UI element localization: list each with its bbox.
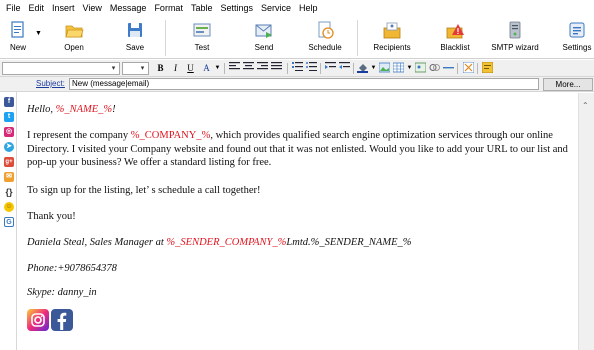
menu-help[interactable]: Help xyxy=(295,0,322,16)
toolbar-separator xyxy=(165,20,166,56)
menu-format[interactable]: Format xyxy=(150,0,187,16)
format-separator xyxy=(457,63,458,74)
vertical-scrollbar[interactable]: ⌃ xyxy=(578,93,594,350)
open-button[interactable]: Open xyxy=(60,18,88,58)
bold-button[interactable]: B xyxy=(154,62,167,75)
open-folder-icon xyxy=(64,20,84,40)
indent-icon[interactable] xyxy=(338,62,351,75)
test-message-icon xyxy=(192,20,212,40)
align-center-icon[interactable] xyxy=(242,62,255,75)
send-envelope-icon xyxy=(254,20,274,40)
telegram-icon[interactable]: ➤ xyxy=(4,142,14,152)
subject-label[interactable]: Subject: xyxy=(36,79,65,88)
phone-line: Phone:+9078654378 xyxy=(27,263,117,274)
format-separator xyxy=(320,63,321,74)
font-size-select[interactable]: ▾ xyxy=(122,62,149,75)
sender-company-macro: %_SENDER_COMPANY_% xyxy=(166,237,287,248)
insert-macro-icon[interactable] xyxy=(481,61,494,75)
google-icon[interactable]: G xyxy=(4,217,14,227)
instagram-icon[interactable] xyxy=(27,309,49,331)
twitter-icon[interactable]: t xyxy=(4,112,14,122)
subject-row: Subject: New (message|email) More... xyxy=(0,77,594,92)
instagram-icon[interactable]: ◎ xyxy=(4,127,14,137)
more-button[interactable]: More... xyxy=(543,78,593,91)
menu-bar: File Edit Insert View Message Format Tab… xyxy=(0,0,594,16)
recipients-button[interactable]: Recipients xyxy=(372,18,412,58)
clear-format-icon[interactable] xyxy=(462,61,475,75)
blacklist-warning-icon xyxy=(445,20,465,40)
company-macro: %_COMPANY_% xyxy=(130,130,211,141)
insert-image-icon[interactable] xyxy=(378,62,391,75)
menu-settings[interactable]: Settings xyxy=(216,0,257,16)
recipients-icon xyxy=(382,20,402,40)
save-button[interactable]: Save xyxy=(121,18,149,58)
menu-edit[interactable]: Edit xyxy=(25,0,49,16)
chevron-down-icon: ▾ xyxy=(111,65,116,72)
signature-line: Daniela Steal, Sales Manager at %_SENDER… xyxy=(27,237,412,248)
call-to-action: To sign up for the listing, let’ s sched… xyxy=(27,185,261,196)
smtp-server-icon xyxy=(505,20,525,40)
chevron-down-icon: ▾ xyxy=(140,65,145,72)
new-dropdown-arrow-icon[interactable]: ▼ xyxy=(35,30,42,37)
insert-sidebar: f t ◎ ➤ g+ ✉ {} ☺ G xyxy=(0,92,17,350)
align-left-icon[interactable] xyxy=(228,62,241,75)
numbered-list-icon[interactable] xyxy=(291,62,304,75)
format-separator xyxy=(224,63,225,74)
smiley-icon[interactable]: ☺ xyxy=(4,202,14,212)
format-separator xyxy=(353,63,354,74)
message-editor[interactable]: Hello, %_NAME_%! I represent the company… xyxy=(18,93,578,350)
format-toolbar: ▾ ▾ B I U A ▼ ▼ ▼ xyxy=(0,60,594,77)
save-disk-icon xyxy=(125,20,145,40)
menu-table[interactable]: Table xyxy=(187,0,217,16)
font-family-select[interactable]: ▾ xyxy=(2,62,120,75)
align-right-icon[interactable] xyxy=(256,62,269,75)
send-button[interactable]: Send xyxy=(250,18,278,58)
insert-link-icon[interactable] xyxy=(428,62,441,75)
name-macro: %_NAME_% xyxy=(55,104,113,115)
thanks-line: Thank you! xyxy=(27,211,76,222)
facebook-icon[interactable]: f xyxy=(4,97,14,107)
insert-picture-icon[interactable] xyxy=(414,62,427,75)
braces-icon[interactable]: {} xyxy=(4,187,14,197)
facebook-icon[interactable] xyxy=(51,309,73,331)
chevron-down-icon[interactable]: ▼ xyxy=(211,62,224,75)
settings-button[interactable]: Settings xyxy=(560,18,594,58)
blacklist-button[interactable]: Blacklist xyxy=(437,18,473,58)
toolbar-separator xyxy=(357,20,358,56)
menu-insert[interactable]: Insert xyxy=(48,0,79,16)
skype-line: Skype: danny_in xyxy=(27,287,97,298)
settings-icon xyxy=(567,20,587,40)
menu-file[interactable]: File xyxy=(2,0,25,16)
new-document-icon xyxy=(8,20,28,40)
underline-button[interactable]: U xyxy=(184,62,197,75)
bullet-list-icon[interactable] xyxy=(305,62,318,75)
menu-service[interactable]: Service xyxy=(257,0,295,16)
schedule-button[interactable]: Schedule xyxy=(307,18,343,58)
menu-message[interactable]: Message xyxy=(106,0,151,16)
outdent-icon[interactable] xyxy=(324,62,337,75)
horizontal-line-icon[interactable] xyxy=(442,62,455,75)
new-button[interactable]: New xyxy=(4,18,32,58)
format-separator xyxy=(287,63,288,74)
mail-icon[interactable]: ✉ xyxy=(4,172,14,182)
menu-view[interactable]: View xyxy=(79,0,106,16)
scroll-up-icon[interactable]: ⌃ xyxy=(582,101,589,110)
google-plus-icon[interactable]: g+ xyxy=(4,157,14,167)
smtp-wizard-button[interactable]: SMTP wizard xyxy=(491,18,539,58)
intro-paragraph: I represent the company %_COMPANY_%, whi… xyxy=(27,130,568,168)
test-button[interactable]: Test xyxy=(188,18,216,58)
subject-input[interactable]: New (message|email) xyxy=(69,78,539,90)
greeting-line: Hello, %_NAME_%! xyxy=(27,104,116,115)
schedule-clock-icon xyxy=(315,20,335,40)
format-separator xyxy=(477,63,478,74)
main-toolbar: New ▼ Open Save Test Send Schedule Recip… xyxy=(0,16,594,59)
italic-button[interactable]: I xyxy=(169,62,182,75)
align-justify-icon[interactable] xyxy=(270,62,283,75)
